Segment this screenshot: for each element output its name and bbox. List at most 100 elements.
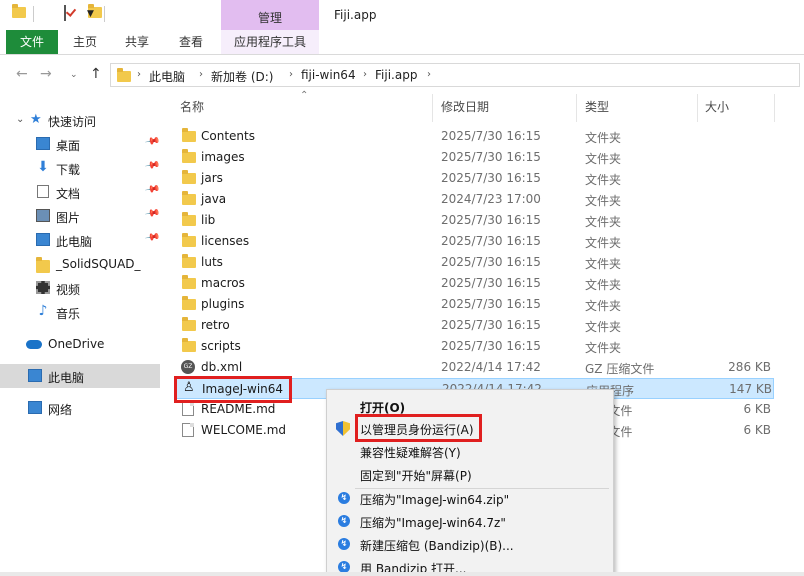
table-row[interactable]: jars 2025/7/30 16:15 文件夹 — [174, 168, 774, 189]
table-row[interactable]: images 2025/7/30 16:15 文件夹 — [174, 147, 774, 168]
forward-arrow-icon[interactable]: → — [40, 66, 52, 82]
file-name: scripts — [201, 339, 241, 353]
table-row[interactable]: GZ db.xml 2022/4/14 17:42 GZ 压缩文件 286 KB — [174, 357, 774, 378]
chevron-down-icon[interactable]: ⌄ — [16, 114, 24, 125]
properties-check-icon[interactable] — [63, 5, 66, 21]
tab-file[interactable]: 文件 — [6, 30, 58, 54]
file-date: 2025/7/30 16:15 — [441, 297, 541, 311]
breadcrumb-fiji-app[interactable]: Fiji.app — [375, 68, 417, 82]
file-name: retro — [201, 318, 230, 332]
folder-icon — [182, 296, 196, 310]
menu-item-new-archive[interactable]: ↯ 新建压缩包 (Bandizip)(B)... — [327, 533, 613, 555]
sidebar-item-this-pc-pinned[interactable]: 此电脑 📌 — [0, 228, 160, 252]
breadcrumb-fiji-win64[interactable]: fiji-win64 — [301, 68, 356, 82]
table-row[interactable]: luts 2025/7/30 16:15 文件夹 — [174, 252, 774, 273]
folder-icon — [117, 68, 131, 82]
sidebar-item-downloads[interactable]: ⬇ 下载 📌 — [0, 156, 160, 180]
file-size: 6 KB — [743, 402, 771, 416]
chevron-right-icon[interactable]: › — [289, 69, 293, 80]
customize-toolbar-chevron-icon[interactable]: ▼ — [87, 9, 94, 19]
up-arrow-icon[interactable]: ↑ — [90, 66, 102, 82]
manage-tab-group-label: 管理 — [257, 11, 282, 25]
navigation-bar: ← → ⌄ ↑ › 此电脑 › 新加卷 (D:) › fiji-win64 › … — [0, 58, 804, 92]
column-divider[interactable] — [774, 94, 775, 122]
menu-item-compat-troubleshoot[interactable]: 兼容性疑难解答(Y) — [327, 440, 613, 462]
sidebar-item-label: 网络 — [48, 403, 73, 417]
back-arrow-icon[interactable]: ← — [16, 66, 28, 82]
sidebar-item-solidsquad[interactable]: _SolidSQUAD_ — [0, 252, 160, 276]
tab-home[interactable]: 主页 — [66, 30, 104, 54]
sidebar-item-videos[interactable]: 视频 — [0, 276, 160, 300]
file-date: 2022/4/14 17:42 — [441, 360, 541, 374]
pin-icon[interactable]: 📌 — [144, 181, 161, 197]
sidebar-item-label: 桌面 — [56, 139, 81, 153]
sidebar-item-pictures[interactable]: 图片 📌 — [0, 204, 160, 228]
column-divider[interactable] — [576, 94, 577, 122]
folder-icon — [182, 212, 196, 226]
table-row[interactable]: retro 2025/7/30 16:15 文件夹 — [174, 315, 774, 336]
column-header-type[interactable]: 类型 — [585, 98, 609, 115]
file-type: 文件夹 — [585, 299, 622, 313]
sidebar-item-onedrive[interactable]: OneDrive — [0, 332, 160, 356]
table-row[interactable]: lib 2025/7/30 16:15 文件夹 — [174, 210, 774, 231]
table-row[interactable]: java 2024/7/23 17:00 文件夹 — [174, 189, 774, 210]
chevron-right-icon[interactable]: › — [363, 69, 367, 80]
column-divider[interactable] — [697, 94, 698, 122]
sidebar-item-label: 下载 — [56, 163, 81, 177]
table-row[interactable]: Contents 2025/7/30 16:15 文件夹 — [174, 126, 774, 147]
navigation-pane: ⌄ ★ 快速访问 桌面 📌 ⬇ 下载 📌 文档 📌 图片 📌 此电脑 📌 _So… — [0, 96, 160, 576]
table-row[interactable]: plugins 2025/7/30 16:15 文件夹 — [174, 294, 774, 315]
menu-item-compress-7z[interactable]: ↯ 压缩为"ImageJ-win64.7z" — [327, 510, 613, 532]
folder-icon — [182, 149, 196, 163]
pin-icon[interactable]: 📌 — [144, 157, 161, 173]
file-icon — [182, 402, 194, 416]
highlight-box-run-as-admin — [355, 414, 482, 442]
file-date: 2025/7/30 16:15 — [441, 150, 541, 164]
file-name: WELCOME.md — [201, 423, 287, 437]
column-header-name[interactable]: 名称 — [180, 98, 204, 115]
bandizip-icon: ↯ — [338, 515, 350, 527]
pin-icon[interactable]: 📌 — [144, 205, 161, 221]
pin-icon[interactable]: 📌 — [144, 229, 161, 245]
sidebar-item-quick-access[interactable]: ⌄ ★ 快速访问 — [0, 108, 160, 132]
sidebar-item-documents[interactable]: 文档 📌 — [0, 180, 160, 204]
table-row[interactable]: licenses 2025/7/30 16:15 文件夹 — [174, 231, 774, 252]
chevron-right-icon[interactable]: › — [137, 69, 141, 80]
tab-share[interactable]: 共享 — [118, 30, 156, 54]
file-date: 2025/7/30 16:15 — [441, 129, 541, 143]
video-icon — [36, 281, 50, 294]
computer-icon — [28, 369, 42, 382]
recent-locations-chevron-icon[interactable]: ⌄ — [70, 70, 78, 80]
table-row[interactable]: macros 2025/7/30 16:15 文件夹 — [174, 273, 774, 294]
sidebar-item-desktop[interactable]: 桌面 📌 — [0, 132, 160, 156]
chevron-right-icon[interactable]: › — [427, 69, 431, 80]
column-divider[interactable] — [432, 94, 433, 122]
menu-item-pin-to-start[interactable]: 固定到"开始"屏幕(P) — [327, 463, 613, 485]
address-bar[interactable]: › 此电脑 › 新加卷 (D:) › fiji-win64 › Fiji.app… — [110, 63, 800, 87]
pin-icon[interactable]: 📌 — [144, 133, 161, 149]
file-name: README.md — [201, 402, 276, 416]
tab-app-tools[interactable]: 应用程序工具 — [221, 30, 319, 54]
sidebar-item-network[interactable]: 网络 — [0, 396, 160, 420]
menu-item-compress-zip[interactable]: ↯ 压缩为"ImageJ-win64.zip" — [327, 487, 613, 509]
file-type: 文件夹 — [585, 320, 622, 334]
folder-icon[interactable] — [12, 4, 26, 18]
file-type: 文件夹 — [585, 152, 622, 166]
sidebar-item-this-pc[interactable]: 此电脑 — [0, 364, 160, 388]
sidebar-item-label: 快速访问 — [48, 115, 97, 129]
file-size: 147 KB — [729, 382, 772, 396]
folder-icon — [182, 170, 196, 184]
breadcrumb-drive-d[interactable]: 新加卷 (D:) — [211, 68, 273, 85]
sidebar-item-music[interactable]: ♪ 音乐 — [0, 300, 160, 324]
sidebar-item-label: 文档 — [56, 187, 81, 201]
menu-item-label: 压缩为"ImageJ-win64.7z" — [360, 516, 506, 530]
breadcrumb-this-pc[interactable]: 此电脑 — [149, 68, 185, 85]
menu-item-label: 固定到"开始"屏幕(P) — [360, 469, 472, 483]
window-title: Fiji.app — [334, 8, 377, 22]
tab-view[interactable]: 查看 — [172, 30, 210, 54]
column-header-date[interactable]: 修改日期 — [441, 98, 489, 115]
sidebar-item-label: OneDrive — [48, 337, 105, 351]
column-header-size[interactable]: 大小 — [705, 98, 729, 115]
table-row[interactable]: scripts 2025/7/30 16:15 文件夹 — [174, 336, 774, 357]
chevron-right-icon[interactable]: › — [199, 69, 203, 80]
